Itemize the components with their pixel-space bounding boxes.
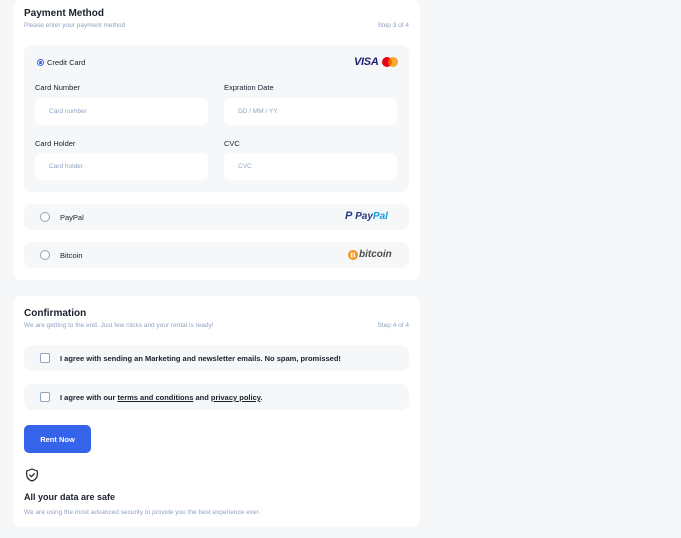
terms-and-text: and (195, 393, 209, 402)
paypal-radio[interactable] (40, 212, 50, 222)
paypal-logo-pay: Pay (355, 211, 373, 222)
terms-agree-checkbox[interactable] (40, 392, 50, 402)
shield-check-icon (26, 468, 38, 482)
bitcoin-option[interactable]: Bitcoin B bitcoin (24, 242, 409, 268)
expiration-date-label: Expration Date (224, 83, 274, 92)
terms-agree-label: I agree with our terms and conditions an… (60, 393, 262, 402)
confirmation-step-indicator: Step 4 of 4 (377, 322, 409, 329)
terms-conditions-link[interactable]: terms and conditions (118, 393, 194, 402)
privacy-policy-link[interactable]: privacy policy (211, 393, 260, 402)
card-number-label: Card Number (35, 83, 81, 92)
cvc-label: CVC (224, 139, 240, 148)
rent-now-button[interactable]: Rent Now (24, 425, 91, 453)
paypal-logo: P PayPal (345, 210, 388, 222)
marketing-agree-option[interactable]: I agree with sending an Marketing and ne… (24, 345, 409, 371)
card-number-input[interactable] (35, 98, 208, 125)
credit-card-radio[interactable] (37, 59, 44, 66)
credit-card-label: Credit Card (47, 58, 86, 67)
svg-text:B: B (350, 251, 356, 260)
bitcoin-label: Bitcoin (60, 251, 83, 260)
card-holder-label: Card Holder (35, 139, 76, 148)
confirmation-card: Confirmation We are getting to the end. … (13, 296, 420, 527)
paypal-label: PayPal (60, 213, 84, 222)
paypal-option[interactable]: PayPal P PayPal (24, 204, 409, 230)
terms-prefix-text: I agree with our (60, 393, 116, 402)
bitcoin-logo: bitcoin (359, 249, 392, 260)
payment-step-indicator: Step 3 of 4 (377, 22, 409, 29)
visa-logo: VISA (354, 56, 379, 68)
cvc-input[interactable] (224, 153, 397, 180)
card-holder-input[interactable] (35, 153, 208, 180)
data-safe-title: All your data are safe (24, 492, 116, 502)
data-safe-subtitle: We are using the most advanced security … (24, 509, 261, 516)
mastercard-logo (382, 57, 398, 67)
confirmation-subtitle: We are getting to the end. Just few clic… (24, 322, 214, 329)
confirmation-title: Confirmation (24, 308, 87, 319)
terms-agree-option[interactable]: I agree with our terms and conditions an… (24, 384, 409, 410)
bitcoin-icon: B (348, 250, 358, 260)
bitcoin-radio[interactable] (40, 250, 50, 260)
terms-suffix-text: . (260, 393, 263, 402)
expiration-date-input[interactable] (224, 98, 397, 125)
payment-method-title: Payment Method (24, 8, 105, 19)
credit-card-option[interactable]: Credit Card VISA Card Number Expration D… (24, 45, 409, 192)
payment-method-subtitle: Please enter your payment method (24, 22, 126, 29)
marketing-agree-checkbox[interactable] (40, 353, 50, 363)
payment-method-card: Payment Method Please enter your payment… (13, 0, 420, 280)
paypal-logo-pal: Pal (372, 211, 388, 222)
marketing-agree-label: I agree with sending an Marketing and ne… (60, 354, 341, 363)
